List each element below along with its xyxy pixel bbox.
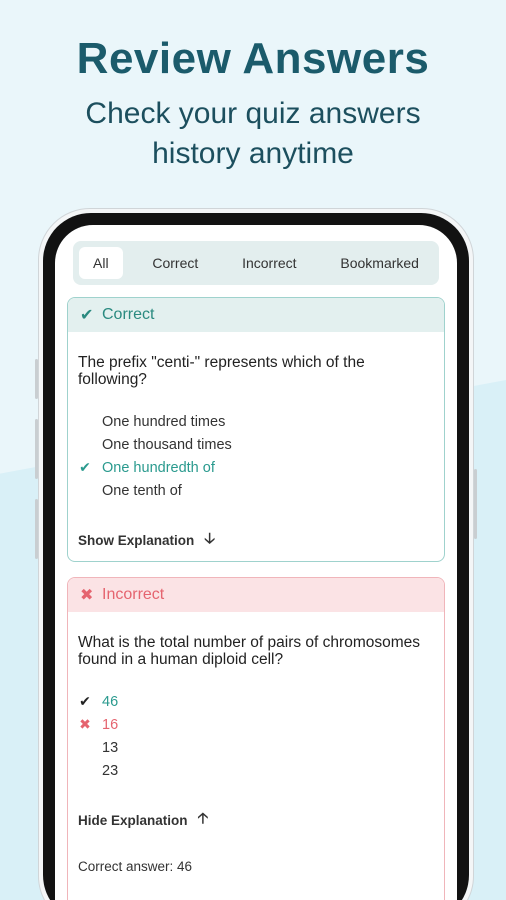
answer-option-wrong: ✖ 16	[68, 713, 444, 736]
question-card-incorrect: ✖ Incorrect What is the total number of …	[67, 577, 445, 900]
arrow-down-icon: 🡣	[204, 530, 216, 547]
cross-icon: ✖	[80, 587, 94, 604]
phone-side-button	[35, 359, 38, 399]
card-status-label: Correct	[102, 306, 155, 323]
answer-options: One hundred times One thousand times ✔ O…	[68, 410, 444, 502]
card-status-header: ✖ Incorrect	[68, 578, 444, 612]
arrow-up-icon: 🡡	[197, 810, 209, 827]
correct-answer-text: Correct answer: 46	[78, 859, 193, 874]
card-status-label: Incorrect	[102, 586, 165, 603]
filter-tabs: All Correct Incorrect Bookmarked	[73, 241, 439, 285]
check-icon: ✔	[79, 693, 91, 709]
cross-icon: ✖	[79, 716, 91, 732]
phone-frame: All Correct Incorrect Bookmarked ✔ Corre…	[35, 208, 477, 900]
hide-explanation-button[interactable]: Hide Explanation 🡡	[78, 808, 434, 833]
answer-option: 23	[102, 762, 119, 779]
show-explanation-button[interactable]: Show Explanation 🡣	[78, 528, 434, 553]
hero-subtitle-line1: Check your quiz answers	[85, 97, 421, 130]
answer-option: One thousand times	[102, 436, 232, 453]
question-card-correct: ✔ Correct The prefix "centi-" represents…	[67, 297, 445, 562]
answer-option-correct: ✔ 46	[68, 690, 444, 713]
app-screen: All Correct Incorrect Bookmarked ✔ Corre…	[55, 225, 457, 900]
tab-incorrect[interactable]: Incorrect	[228, 247, 310, 279]
answer-option: 13	[102, 739, 119, 756]
hero-subtitle: Check your quiz answers history anytime	[0, 94, 506, 174]
question-text: The prefix "centi-" represents which of …	[78, 354, 365, 388]
tab-all[interactable]: All	[79, 247, 123, 279]
phone-bezel: All Correct Incorrect Bookmarked ✔ Corre…	[43, 213, 469, 900]
answer-option: One hundred times	[102, 413, 226, 430]
check-icon: ✔	[79, 459, 91, 475]
card-status-header: ✔ Correct	[68, 298, 444, 332]
check-icon: ✔	[80, 307, 94, 324]
phone-side-button	[35, 419, 38, 479]
question-text: What is the total number of pairs of chr…	[78, 634, 421, 668]
answer-option-correct: ✔ One hundredth of	[68, 456, 444, 479]
hero-title: Review Answers	[76, 34, 430, 83]
phone-side-button	[35, 499, 38, 559]
answer-option: One tenth of	[102, 482, 182, 499]
hero-subtitle-line2: history anytime	[152, 137, 354, 170]
answer-options: ✔ 46 ✖ 16 13 23	[68, 690, 444, 782]
tab-correct[interactable]: Correct	[138, 247, 212, 279]
phone-side-button	[474, 469, 477, 539]
tab-bookmarked[interactable]: Bookmarked	[326, 247, 433, 279]
